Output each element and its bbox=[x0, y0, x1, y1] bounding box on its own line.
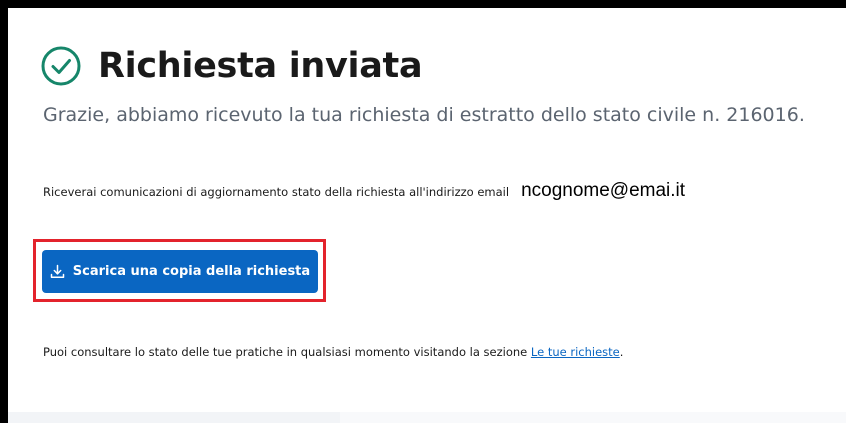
footer-text: Puoi consultare lo stato delle tue prati… bbox=[43, 345, 528, 359]
window-frame-left bbox=[0, 0, 8, 423]
email-address: ncognome@emai.it bbox=[521, 180, 686, 201]
download-icon bbox=[50, 264, 65, 279]
footer-trailing: . bbox=[619, 345, 624, 359]
my-requests-link[interactable]: Le tue richieste bbox=[531, 345, 620, 359]
download-copy-button[interactable]: Scarica una copia della richiesta bbox=[42, 250, 318, 293]
bottom-panel-strip-right bbox=[340, 412, 846, 423]
notification-text: Riceverai comunicazioni di aggiornamento… bbox=[43, 185, 510, 199]
check-circle-icon bbox=[40, 45, 82, 87]
window-frame-top bbox=[0, 0, 846, 8]
footer-info: Puoi consultare lo stato delle tue prati… bbox=[43, 345, 623, 359]
notification-info: Riceverai comunicazioni di aggiornamento… bbox=[43, 180, 685, 202]
confirmation-message: Grazie, abbiamo ricevuto la tua richiest… bbox=[43, 104, 805, 126]
title-row: Richiesta inviata bbox=[40, 40, 423, 92]
page-title: Richiesta inviata bbox=[98, 46, 423, 86]
download-button-label: Scarica una copia della richiesta bbox=[72, 264, 311, 279]
